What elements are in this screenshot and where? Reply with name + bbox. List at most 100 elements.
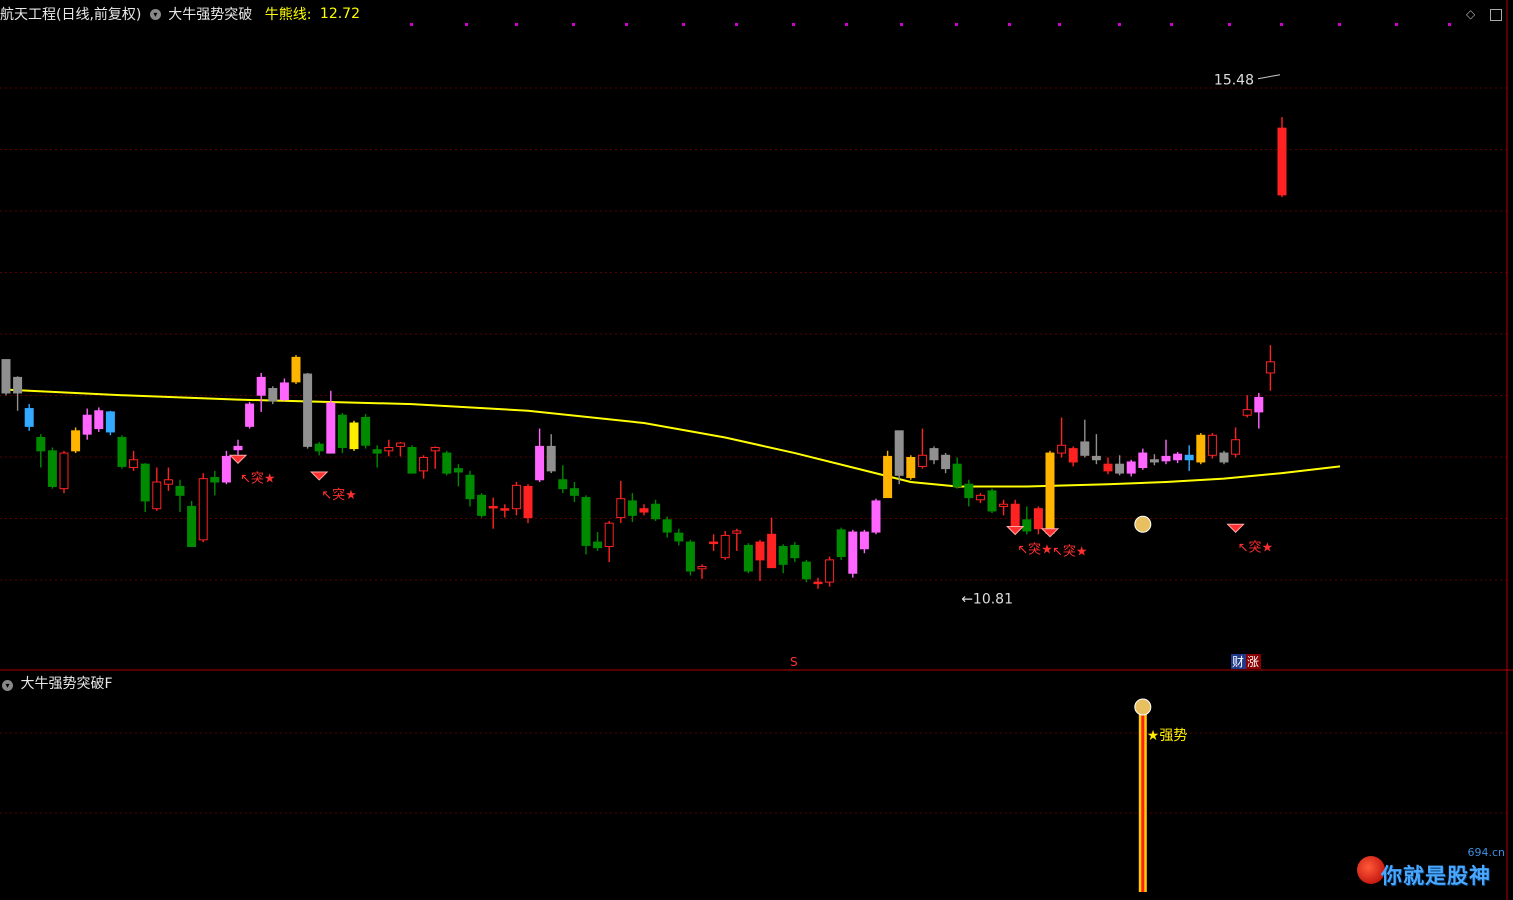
candle (233, 439, 243, 457)
candle-body (987, 490, 997, 512)
candle-body (314, 443, 324, 452)
candle-body (268, 388, 278, 402)
candle-body (1242, 409, 1252, 416)
candle (651, 499, 661, 521)
breakthrough-label: ↖突★ (1052, 544, 1088, 560)
candle-body (825, 559, 835, 583)
candle (1, 359, 11, 396)
diamond-signal-icon (309, 471, 329, 481)
candle (36, 434, 46, 468)
candle (1080, 419, 1090, 458)
breakthrough-label: ↖突★ (1238, 539, 1274, 555)
candle (1057, 417, 1067, 458)
candle-body (1080, 441, 1090, 456)
window-icon[interactable] (1490, 9, 1502, 21)
candle-body (430, 446, 440, 452)
diamond-icon[interactable]: ◇ (1466, 7, 1475, 21)
candle-body (210, 477, 220, 483)
candle (825, 556, 835, 587)
candle (604, 520, 614, 563)
candle-body (500, 508, 510, 511)
candle-body (82, 414, 92, 435)
marker-dot (410, 23, 413, 26)
candle (361, 414, 371, 449)
candle (627, 493, 637, 523)
candle-body (883, 455, 893, 499)
candle (1277, 117, 1287, 198)
candle (71, 427, 81, 454)
chevron-down-icon[interactable]: ▾ (2, 680, 13, 691)
candle-body (36, 436, 46, 452)
chart-header: 航天工程(日线,前复权) ▾ 大牛强势突破 牛熊线: 12.72 (0, 4, 360, 26)
candle (303, 372, 313, 449)
candle (616, 480, 626, 524)
candle (24, 404, 34, 431)
candle-body (361, 416, 371, 446)
candle-body (198, 478, 208, 541)
candle (1126, 459, 1136, 477)
candle (82, 408, 92, 440)
candle (47, 447, 57, 489)
marker-dot (1118, 23, 1121, 26)
candle-body (558, 479, 568, 490)
marker-dot (572, 23, 575, 26)
candle-body (720, 534, 730, 559)
candle-body (303, 373, 313, 447)
candle-body (535, 445, 545, 481)
marker-dot (1058, 23, 1061, 26)
candle (917, 428, 927, 469)
event-cai-marker: 财 (1232, 655, 1244, 669)
breakthrough-label: ↖突★ (240, 470, 276, 486)
bull-bear-line (5, 388, 1341, 488)
candle-body (1161, 455, 1171, 462)
candle-body (395, 442, 405, 447)
chevron-down-icon[interactable]: ▾ (149, 8, 161, 20)
marker-dot (682, 23, 685, 26)
candle-body (1173, 453, 1183, 461)
stock-chart-window[interactable]: ↖突★ ↖突★ ↖突★ ↖突★ ↖突★ 15.48 ←10.81 S 财涨 ★强势 航天工程(日线… (0, 0, 1513, 900)
candle (836, 527, 846, 560)
indicator-name[interactable]: 大牛强势突破 (168, 7, 252, 23)
candle-body (372, 449, 382, 454)
candle-body (1254, 396, 1264, 413)
candle-body (175, 485, 185, 496)
stock-title[interactable]: 航天工程(日线,前复权) (0, 7, 141, 23)
candlestick-chart[interactable]: ↖突★↖突★↖突★ ↖突★ ↖突★15.48←10.81S 财涨★强势 (0, 0, 1513, 900)
candle-body (1057, 444, 1067, 454)
candle (1207, 433, 1217, 459)
candle (639, 504, 649, 516)
candle (59, 450, 69, 494)
candle (732, 528, 742, 551)
candle (163, 467, 173, 491)
candle (1231, 427, 1241, 458)
candle-body (1138, 452, 1148, 469)
candle (1161, 439, 1171, 465)
candle-body (24, 408, 34, 427)
candle-body (662, 519, 672, 533)
candle (546, 434, 556, 474)
candle (1242, 395, 1252, 418)
candle (245, 401, 255, 429)
candle (999, 499, 1009, 516)
candle-body (129, 459, 139, 469)
candle-body (1068, 448, 1078, 463)
marker-dot (845, 23, 848, 26)
candle-body (1149, 459, 1159, 463)
candle-body (813, 581, 823, 585)
candle (407, 445, 417, 474)
candle-body (47, 450, 57, 487)
diamond-signal-icon (1226, 523, 1245, 533)
candle (1033, 506, 1043, 535)
candle (1254, 392, 1264, 429)
marker-dot (1448, 23, 1451, 26)
candle-body (337, 414, 347, 448)
candle-body (256, 376, 266, 396)
candle (1091, 434, 1101, 465)
candle (500, 504, 510, 518)
candle (314, 441, 324, 456)
candle (384, 439, 394, 457)
candle-body (1219, 452, 1229, 463)
candle-body (871, 500, 881, 533)
sub-panel-title[interactable]: 大牛强势突破F (20, 676, 112, 692)
diamond-signal-icon (228, 454, 248, 464)
